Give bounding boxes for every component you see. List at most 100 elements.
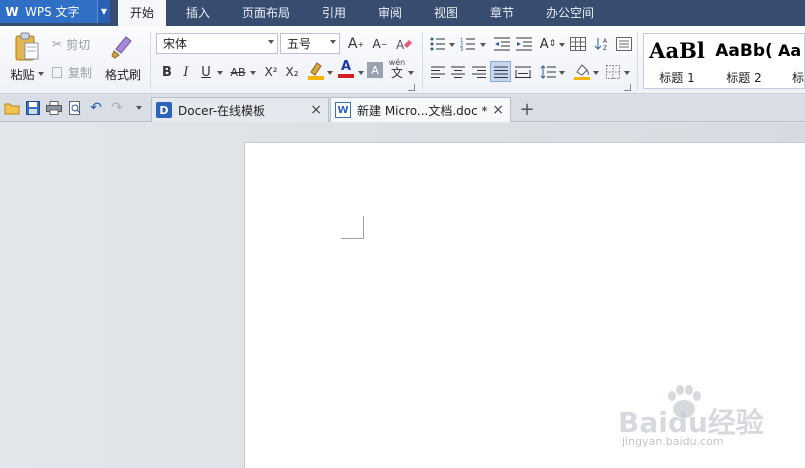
app-title: WPS 文字 [25,5,80,19]
format-painter-button[interactable]: 格式刷 [102,66,144,82]
customize-toolbar-icon[interactable] [131,100,147,116]
app-menu-button[interactable]: W WPS 文字 ▼ [0,0,110,23]
align-center-icon[interactable] [448,62,468,82]
tab-label: Docer-在线模板 [178,103,266,118]
decrease-indent-icon[interactable] [492,34,512,54]
increase-indent-icon[interactable] [514,34,534,54]
tab-office-space[interactable]: 办公空间 [538,0,602,26]
bullet-list-icon[interactable] [428,34,448,54]
wps-logo-icon: W [5,4,19,19]
app-dropdown-button[interactable]: ▼ [97,0,110,23]
tab-home[interactable]: 开始 [118,0,166,26]
phonetic-guide-icon[interactable]: wén 文 [387,59,407,80]
print-preview-icon[interactable] [67,100,83,116]
font-size-select[interactable]: 五号 [280,33,340,54]
chevron-down-icon[interactable] [559,71,565,75]
paste-icon[interactable] [12,31,42,63]
font-dialog-launcher-icon[interactable] [408,84,415,91]
cut-label: 剪切 [66,37,91,52]
divider [637,32,638,90]
grow-font-icon[interactable]: A + [346,34,366,54]
tab-insert[interactable]: 插入 [176,0,220,26]
underline-button[interactable]: U [196,62,216,82]
tab-review[interactable]: 审阅 [368,0,412,26]
strikethrough-button[interactable]: AB [226,62,250,82]
chevron-down-icon[interactable] [250,71,256,75]
paste-label: 粘贴 [10,67,35,82]
format-painter-label: 格式刷 [104,67,141,82]
show-marks-icon[interactable] [614,34,634,54]
highlight-icon[interactable] [306,60,326,80]
open-folder-icon[interactable] [4,100,20,116]
chevron-down-icon[interactable] [449,43,455,47]
distribute-icon[interactable] [513,62,533,82]
chevron-down-icon[interactable] [624,71,630,75]
shrink-font-icon[interactable]: A − [370,34,390,54]
chevron-down-icon[interactable] [480,43,486,47]
paragraph-dialog-launcher-icon[interactable] [624,84,631,91]
tab-references[interactable]: 引用 [312,0,356,26]
divider [422,32,423,90]
style-heading-2[interactable]: AaBb( 标题 2 [711,34,777,88]
char-spacing-icon[interactable]: A ⇕ [538,34,558,54]
chevron-down-icon[interactable] [358,71,364,75]
close-icon[interactable]: × [310,102,322,118]
word-document-icon: W [335,102,351,118]
watermark: Baidu经验 jingyan.baidu.com [612,385,772,455]
shading-icon[interactable] [572,61,592,81]
tab-page-layout[interactable]: 页面布局 [234,0,298,26]
menu-bar: W WPS 文字 ▼ 开始 插入 页面布局 引用 审阅 视图 章节 办公空间 [0,0,805,26]
svg-text:3: 3 [460,47,463,51]
format-painter-icon[interactable] [108,31,136,61]
align-justify-icon[interactable] [490,61,511,82]
chevron-down-icon [37,72,44,76]
ribbon: 粘贴 ✂ 剪切 复制 格式刷 宋体 五号 A + A − A B I U AB … [0,26,805,94]
style-heading-1[interactable]: AaBl 标题 1 [644,34,710,88]
margin-corner-mark [341,216,364,239]
svg-text:A: A [396,38,405,52]
align-right-icon[interactable] [469,62,489,82]
superscript-button[interactable]: X² [261,62,281,82]
chevron-down-icon[interactable] [217,71,223,75]
tab-new-document[interactable]: W 新建 Micro...文档.doc * × [330,97,511,122]
tab-docer-templates[interactable]: D Docer-在线模板 × [151,97,329,122]
new-tab-button[interactable]: + [516,98,538,120]
subscript-button[interactable]: X₂ [282,62,302,82]
chevron-down-icon[interactable] [327,71,333,75]
redo-icon[interactable]: ↷ [109,100,125,116]
table-icon[interactable] [568,34,588,54]
clear-format-icon[interactable]: A [394,34,414,54]
svg-text:Z: Z [603,45,607,51]
chevron-down-icon[interactable] [593,71,599,75]
font-name-select[interactable]: 宋体 [156,33,278,54]
align-left-icon[interactable] [428,62,448,82]
print-icon[interactable] [46,100,62,116]
copy-label: 复制 [68,65,93,80]
save-icon[interactable] [25,100,41,116]
chevron-down-icon [330,40,336,44]
style-heading-3[interactable]: Aa 标 [778,34,804,88]
scissors-icon: ✂ [52,37,63,51]
char-shading-icon[interactable]: A [367,62,383,78]
watermark-subtext: jingyan.baidu.com [622,435,724,448]
chevron-down-icon[interactable] [408,71,414,75]
italic-button[interactable]: I [176,62,196,82]
tab-view[interactable]: 视图 [424,0,468,26]
chevron-down-icon[interactable] [559,43,565,47]
line-spacing-icon[interactable] [538,62,558,82]
copy-button[interactable]: 复制 [52,64,98,80]
svg-text:A: A [603,38,608,45]
undo-icon[interactable]: ↶ [88,100,104,116]
borders-icon[interactable] [603,62,623,82]
tab-chapter[interactable]: 章节 [480,0,524,26]
document-tab-bar: ↶ ↷ D Docer-在线模板 × W 新建 Micro...文档.doc *… [0,95,805,122]
divider [150,32,151,90]
paste-button[interactable]: 粘贴 [8,66,46,82]
close-icon[interactable]: × [492,102,504,118]
docer-icon: D [156,102,172,118]
bold-button[interactable]: B [157,62,177,82]
numbered-list-icon[interactable]: 123 [458,34,478,54]
cut-button[interactable]: ✂ 剪切 [52,36,98,52]
sort-icon[interactable]: AZ [592,34,612,54]
font-color-icon[interactable]: A [336,59,356,79]
